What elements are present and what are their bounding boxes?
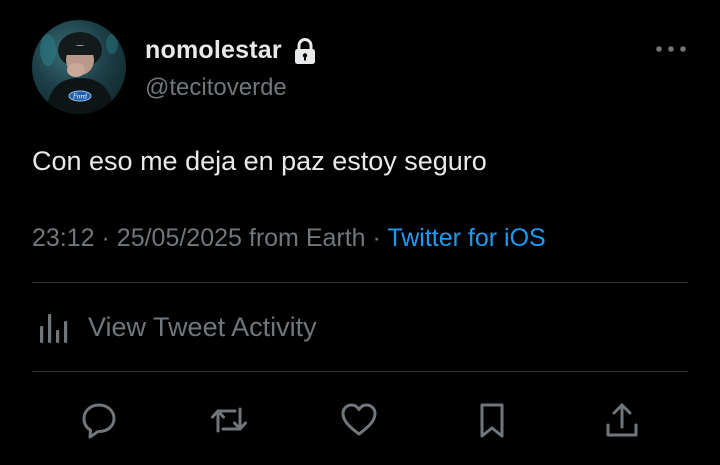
author-handle[interactable]: @tecitoverde (145, 74, 287, 102)
divider (32, 282, 688, 283)
retweet-button[interactable] (207, 398, 251, 442)
reply-icon (82, 403, 116, 439)
lock-icon (292, 37, 318, 65)
heart-icon (341, 403, 377, 436)
tweet-time[interactable]: 23:12 (32, 224, 95, 252)
share-button[interactable] (600, 398, 644, 442)
view-tweet-activity-label: View Tweet Activity (88, 311, 317, 342)
tweet-location: from Earth (248, 224, 366, 252)
share-icon (606, 403, 638, 437)
divider (32, 371, 688, 372)
reply-button[interactable] (77, 398, 121, 442)
view-tweet-activity-button[interactable]: View Tweet Activity (36, 308, 317, 346)
tweet-date[interactable]: 25/05/2025 (117, 224, 242, 252)
bookmark-button[interactable] (470, 398, 514, 442)
bar-chart-icon (36, 308, 74, 346)
tweet-source-link[interactable]: Twitter for iOS (387, 224, 545, 252)
more-options-icon[interactable] (654, 42, 688, 54)
meta-separator: · (372, 224, 381, 252)
tweet-actions-bar (0, 398, 720, 448)
author-display-name[interactable]: nomolestar (145, 36, 282, 65)
retweet-icon (211, 407, 247, 433)
avatar[interactable]: Ford (32, 20, 126, 114)
avatar-logo-text: Ford (72, 94, 87, 101)
bookmark-icon (480, 403, 504, 438)
tweet-text: Con eso me deja en paz estoy seguro (32, 146, 487, 176)
author-name-row: nomolestar (145, 36, 318, 65)
tweet-metadata: 23:12 · 25/05/2025 from Earth · Twitter … (32, 224, 546, 253)
avatar-image: Ford (40, 32, 118, 114)
like-button[interactable] (337, 398, 381, 442)
tweet-header: Ford nomolestar @tecitoverde (32, 20, 696, 120)
meta-separator: · (101, 224, 110, 252)
